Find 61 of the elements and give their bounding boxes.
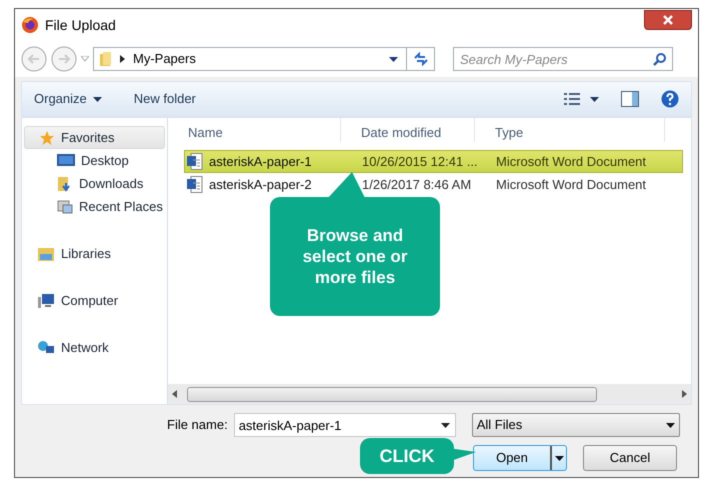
open-options-button[interactable] (550, 446, 566, 470)
dropdown-arrow-icon (554, 456, 564, 460)
help-icon[interactable] (661, 90, 679, 108)
view-list-icon[interactable] (564, 92, 580, 106)
open-button[interactable]: Open (474, 446, 550, 470)
preview-pane-icon[interactable] (621, 91, 639, 107)
search-icon (653, 52, 667, 66)
file-type: Microsoft Word Document (495, 152, 648, 171)
dropdown-arrow-icon[interactable] (590, 96, 599, 102)
refresh-icon (412, 52, 428, 66)
file-date: 10/26/2015 12:41 ... (361, 152, 479, 171)
file-row[interactable]: asteriskA-paper-1 10/26/2015 12:41 ... Microsoft Word Document (184, 150, 683, 173)
close-button[interactable] (644, 10, 692, 30)
monitor-icon (57, 154, 75, 168)
browser-logo-icon (21, 16, 39, 34)
column-header[interactable]: Name (168, 118, 341, 142)
file-type-dropdown[interactable]: All Files (472, 413, 680, 437)
callout-bubble: Browse and select one or more files (270, 197, 440, 316)
callout-bubble: CLICK (360, 438, 454, 474)
computer-icon (37, 292, 55, 308)
recent-places-icon (57, 198, 73, 214)
open-split-button[interactable]: Open (473, 445, 567, 471)
window-title: File Upload (45, 16, 116, 35)
word-document-icon (187, 153, 203, 170)
file-row[interactable]: asteriskA-paper-2 1/26/2017 8:46 AM Microsoft Word Document (184, 173, 683, 196)
word-document-icon (187, 176, 203, 193)
horizontal-scrollbar[interactable] (168, 384, 691, 404)
sidebar-item[interactable]: Network (22, 336, 167, 359)
chevron-right-icon (120, 55, 125, 63)
file-type: Microsoft Word Document (495, 176, 648, 194)
sidebar-item[interactable]: Favorites (24, 126, 165, 149)
new-folder-button[interactable]: New folder (134, 89, 196, 109)
organize-menu[interactable]: Organize (34, 89, 102, 109)
column-header[interactable]: Date modified (341, 118, 475, 142)
file-date: 1/26/2017 8:46 AM (361, 176, 472, 194)
sidebar-item[interactable]: Downloads (22, 172, 167, 195)
cancel-button[interactable]: Cancel (583, 445, 677, 471)
dropdown-arrow-icon[interactable] (440, 423, 450, 428)
folder-icon (98, 51, 114, 67)
star-icon (39, 130, 55, 146)
library-folder-icon (37, 246, 55, 262)
column-header[interactable]: Type (475, 118, 665, 142)
scrollbar-thumb[interactable] (187, 386, 597, 402)
dropdown-arrow-icon (666, 422, 675, 428)
sidebar-item[interactable]: Recent Places (22, 195, 167, 218)
close-icon (662, 15, 674, 25)
search-field[interactable]: Search My-Papers (453, 47, 673, 71)
file-name: asteriskA-paper-1 (209, 152, 312, 171)
sidebar-item[interactable]: Computer (22, 289, 167, 312)
network-icon (37, 340, 55, 356)
sidebar-item[interactable]: Libraries (22, 242, 167, 265)
file-name-field[interactable]: asteriskA-paper-1 (234, 413, 456, 437)
dropdown-arrow-icon[interactable] (389, 56, 398, 62)
address-bar[interactable]: My-Papers (93, 47, 435, 71)
file-name: asteriskA-paper-2 (209, 176, 312, 194)
scroll-right-icon[interactable] (682, 390, 687, 398)
dropdown-arrow-icon (92, 96, 102, 102)
scroll-left-icon[interactable] (172, 390, 177, 398)
address-path: My-Papers (133, 50, 197, 68)
file-name-label: File name: (167, 416, 228, 434)
sidebar-item[interactable]: Desktop (22, 149, 167, 172)
